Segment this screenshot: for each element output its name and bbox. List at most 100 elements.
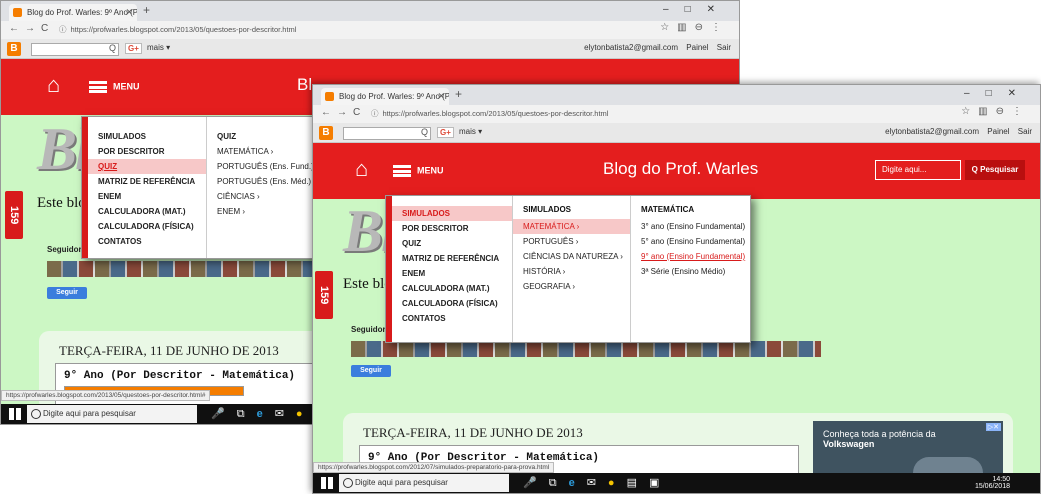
menu-item-enem[interactable]: ENEM bbox=[88, 189, 206, 204]
dropdown-menu: SIMULADOS POR DESCRITOR QUIZ MATRIZ DE R… bbox=[81, 116, 319, 259]
system-clock[interactable]: 14:50 15/06/2018 bbox=[975, 476, 1010, 490]
menu-item-enem[interactable]: ENEM bbox=[392, 266, 512, 281]
submenu-item-9-ano[interactable]: 9° ano (Ensino Fundamental) bbox=[631, 249, 750, 264]
blog-search-input[interactable]: Q bbox=[31, 43, 119, 56]
submenu-item-geografia[interactable]: GEOGRAFIA › bbox=[513, 279, 630, 294]
follow-button[interactable]: Seguir bbox=[47, 287, 87, 299]
browser-actions-icon[interactable]: ☆▥⊖⋮ bbox=[961, 106, 1030, 117]
mais-menu[interactable]: mais ▾ bbox=[147, 43, 170, 52]
header-search-input[interactable]: Digite aqui... bbox=[875, 160, 961, 180]
sair-link[interactable]: Sair bbox=[1018, 127, 1032, 136]
submenu-item-ciencias[interactable]: CIÊNCIAS › bbox=[207, 189, 316, 204]
menu-item-matriz[interactable]: MATRIZ DE REFERÊNCIA bbox=[392, 251, 512, 266]
submenu-header-simulados: SIMULADOS bbox=[523, 205, 571, 214]
menu-item-por-descritor[interactable]: POR DESCRITOR bbox=[88, 144, 206, 159]
submenu-item-portugues[interactable]: PORTUGUÊS › bbox=[513, 234, 630, 249]
new-tab-icon[interactable]: + bbox=[143, 3, 150, 17]
blogger-logo-icon[interactable]: B bbox=[7, 42, 21, 56]
search-icon[interactable]: Q bbox=[109, 43, 116, 53]
hamburger-icon bbox=[89, 81, 107, 93]
submenu-item-matematica[interactable]: MATEMÁTICA › bbox=[207, 144, 316, 159]
submenu-header-matematica: MATEMÁTICA bbox=[641, 205, 695, 214]
submenu-item-portugues-fund[interactable]: PORTUGUÊS (Ens. Fund.) › bbox=[207, 159, 319, 174]
painel-link[interactable]: Painel bbox=[686, 43, 708, 52]
menu-item-quiz[interactable]: QUIZ bbox=[88, 159, 206, 174]
window-controls-icon[interactable]: –□✕ bbox=[964, 88, 1032, 99]
blog-title[interactable]: Bl bbox=[297, 75, 312, 95]
submenu-item-historia[interactable]: HISTÓRIA › bbox=[513, 264, 630, 279]
clock-date: 15/06/2018 bbox=[974, 483, 1010, 490]
info-icon: ⓘ bbox=[59, 25, 67, 34]
url-field[interactable]: ⓘ https://profwarles.blogspot.com/2013/05… bbox=[371, 108, 608, 119]
follower-avatars[interactable] bbox=[351, 341, 821, 357]
menu-item-calc-mat[interactable]: CALCULADORA (MAT.) bbox=[392, 281, 512, 296]
submenu-item-ciencias-natureza[interactable]: CIÊNCIAS DA NATUREZA › bbox=[513, 249, 630, 264]
new-tab-icon[interactable]: + bbox=[455, 87, 462, 101]
menu-item-calc-fisica[interactable]: CALCULADORA (FÍSICA) bbox=[88, 219, 206, 234]
taskbar-search[interactable]: Digite aqui para pesquisar bbox=[27, 405, 197, 423]
menu-item-contatos[interactable]: CONTATOS bbox=[392, 311, 512, 326]
close-tab-icon[interactable]: ✕ bbox=[437, 88, 445, 105]
address-bar: ←→C ⓘ https://profwarles.blogspot.com/201… bbox=[313, 105, 1040, 123]
menu-column-simulados: SIMULADOS MATEMÁTICA › PORTUGUÊS › CIÊNC… bbox=[512, 196, 630, 342]
submenu-item-5-ano[interactable]: 5° ano (Ensino Fundamental) bbox=[631, 234, 750, 249]
ad-close-icon[interactable]: ▷✕ bbox=[985, 423, 1001, 431]
dropdown-menu: SIMULADOS POR DESCRITOR QUIZ MATRIZ DE R… bbox=[385, 195, 751, 343]
blog-description: Este blo bbox=[37, 195, 86, 211]
submenu-item-enem[interactable]: ENEM › bbox=[207, 204, 316, 219]
sair-link[interactable]: Sair bbox=[717, 43, 731, 52]
volkswagen-ad[interactable]: ▷✕ Conheça toda a potência da Volkswagen bbox=[813, 421, 1003, 481]
menu-item-calc-mat[interactable]: CALCULADORA (MAT.) bbox=[88, 204, 206, 219]
menu-button[interactable]: MENU bbox=[393, 165, 444, 177]
tab-title: Blog do Prof. Warles: 9º Ano (Po bbox=[27, 8, 137, 17]
browser-tab[interactable]: Blog do Prof. Warles: 9º Ano (Po ✕ bbox=[9, 4, 137, 21]
menu-item-simulados[interactable]: SIMULADOS bbox=[88, 129, 206, 144]
gplus-button[interactable]: G+ bbox=[437, 127, 454, 138]
gplus-button[interactable]: G+ bbox=[125, 43, 142, 54]
menu-item-calc-fisica[interactable]: CALCULADORA (FÍSICA) bbox=[392, 296, 512, 311]
home-icon[interactable]: ⌂ bbox=[355, 158, 368, 180]
menu-item-por-descritor[interactable]: POR DESCRITOR bbox=[392, 221, 512, 236]
browser-actions-icon[interactable]: ☆▥⊖⋮ bbox=[660, 22, 729, 33]
nav-buttons-icon[interactable]: ←→C bbox=[9, 23, 54, 34]
ad-line-2: Volkswagen bbox=[823, 439, 875, 449]
home-icon[interactable]: ⌂ bbox=[47, 74, 60, 96]
menu-item-simulados[interactable]: SIMULADOS bbox=[392, 206, 512, 221]
menu-label: MENU bbox=[417, 165, 444, 176]
menu-column-quiz: QUIZ MATEMÁTICA › PORTUGUÊS (Ens. Fund.)… bbox=[206, 117, 319, 258]
url-field[interactable]: ⓘ https://profwarles.blogspot.com/2013/05… bbox=[59, 24, 296, 35]
submenu-item-3-ano[interactable]: 3° ano (Ensino Fundamental) bbox=[631, 219, 750, 234]
blog-title[interactable]: Blog do Prof. Warles bbox=[603, 159, 758, 179]
menu-button[interactable]: MENU bbox=[89, 81, 140, 93]
search-icon[interactable]: Q bbox=[421, 127, 428, 137]
submenu-item-3-serie[interactable]: 3ª Série (Ensino Médio) bbox=[631, 264, 750, 279]
follow-button[interactable]: Seguir bbox=[351, 365, 391, 377]
blogger-logo-icon[interactable]: B bbox=[319, 126, 333, 140]
search-button[interactable]: Q Pesquisar bbox=[965, 160, 1025, 180]
taskbar-search[interactable]: Digite aqui para pesquisar bbox=[339, 474, 509, 492]
close-tab-icon[interactable]: ✕ bbox=[125, 4, 133, 21]
taskbar-apps-icon[interactable]: 🎤⧉e✉●▤▣ bbox=[523, 476, 671, 490]
windows-start-icon[interactable] bbox=[321, 477, 333, 489]
blogger-favicon-icon bbox=[13, 8, 22, 17]
post-date: TERÇA-FEIRA, 11 DE JUNHO DE 2013 bbox=[59, 343, 279, 358]
menu-item-matriz[interactable]: MATRIZ DE REFERÊNCIA bbox=[88, 174, 206, 189]
menu-item-contatos[interactable]: CONTATOS bbox=[88, 234, 206, 249]
nav-buttons-icon[interactable]: ←→C bbox=[321, 107, 366, 118]
account-email: elytonbatista2@gmail.com bbox=[584, 43, 679, 52]
menu-item-quiz[interactable]: QUIZ bbox=[392, 236, 512, 251]
blog-search-input[interactable]: Q bbox=[343, 127, 431, 140]
menu-column-main: SIMULADOS POR DESCRITOR QUIZ MATRIZ DE R… bbox=[88, 117, 206, 258]
post-title[interactable]: 9° Ano (Por Descritor - Matemática) bbox=[64, 370, 326, 382]
painel-link[interactable]: Painel bbox=[987, 127, 1009, 136]
blogger-favicon-icon bbox=[325, 92, 334, 101]
submenu-item-portugues-med[interactable]: PORTUGUÊS (Ens. Méd.) › bbox=[207, 174, 316, 189]
follower-avatars[interactable] bbox=[47, 261, 327, 277]
mais-menu[interactable]: mais ▾ bbox=[459, 127, 482, 136]
window-controls-icon[interactable]: –□✕ bbox=[663, 4, 731, 15]
windows-start-icon[interactable] bbox=[9, 408, 21, 420]
browser-tab[interactable]: Blog do Prof. Warles: 9º Ano (Po ✕ bbox=[321, 88, 449, 105]
followers-count-badge: 159 bbox=[5, 191, 23, 239]
submenu-item-matematica[interactable]: MATEMÁTICA › bbox=[513, 219, 630, 234]
hamburger-icon bbox=[393, 165, 411, 177]
